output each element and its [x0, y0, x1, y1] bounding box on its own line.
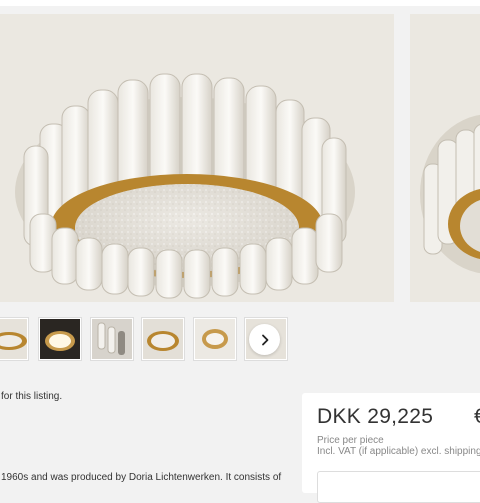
thumbnail-lamp-front[interactable] [0, 318, 28, 360]
vat-note: Incl. VAT (if applicable) excl. shipping [317, 446, 480, 457]
image-gallery[interactable] [0, 14, 480, 304]
purchase-option-field[interactable] [317, 471, 480, 503]
chevron-right-icon [261, 334, 268, 345]
product-description-text: 1960s and was produced by Doria Lichtenw… [1, 472, 282, 483]
ceiling-lamp-image [410, 14, 480, 302]
price-value: DKK 29,225 [317, 405, 434, 428]
listing-note-text: for this listing. [1, 391, 63, 402]
thumbnail-lamp-ring[interactable] [194, 318, 236, 360]
ceiling-lamp-image [0, 14, 394, 302]
thumbnail-lamp-underside[interactable] [142, 318, 184, 360]
thumbnail-lamp-detail[interactable] [91, 318, 133, 360]
purchase-card: DKK 29,225 € Price per piece Incl. VAT (… [302, 393, 480, 503]
price-currency-overflow: € [474, 405, 480, 428]
next-product-photo[interactable] [410, 14, 480, 302]
price-unit-label: Price per piece [317, 435, 384, 446]
top-bar [0, 0, 480, 6]
thumbnail-lamp-lit[interactable] [39, 318, 81, 360]
main-product-photo[interactable] [0, 14, 394, 302]
thumbnail-next-button[interactable] [249, 324, 280, 355]
thumbnail-strip [0, 318, 480, 364]
